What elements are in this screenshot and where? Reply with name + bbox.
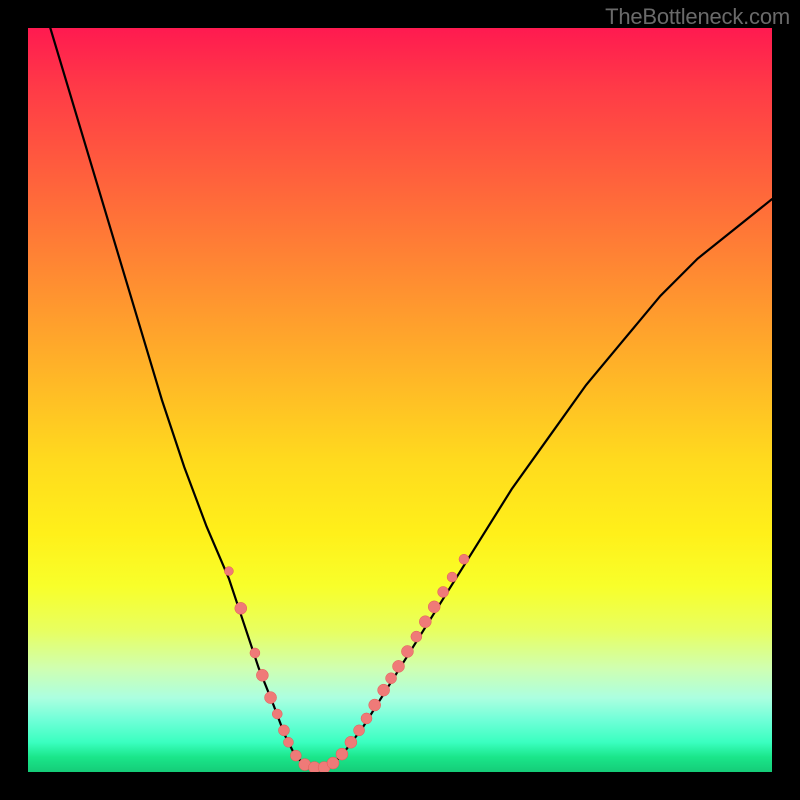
marker-right-6 xyxy=(386,673,397,684)
marker-right-14 xyxy=(459,554,469,564)
bottleneck-curve xyxy=(28,28,772,768)
marker-left-3 xyxy=(256,669,268,681)
plot-area xyxy=(28,28,772,772)
curve-overlay xyxy=(28,28,772,772)
marker-left-5 xyxy=(272,709,282,719)
marker-left-12 xyxy=(327,757,339,769)
marker-left-0 xyxy=(224,567,233,576)
marker-right-0 xyxy=(336,748,348,760)
marker-right-5 xyxy=(378,684,390,696)
chart-frame: TheBottleneck.com xyxy=(0,0,800,800)
marker-right-1 xyxy=(345,736,357,748)
marker-right-12 xyxy=(438,586,449,597)
marker-left-2 xyxy=(250,648,260,658)
marker-right-8 xyxy=(401,645,413,657)
marker-right-10 xyxy=(419,616,431,628)
marker-right-4 xyxy=(369,699,381,711)
marker-right-13 xyxy=(447,572,457,582)
marker-right-7 xyxy=(393,660,405,672)
marker-left-6 xyxy=(278,725,289,736)
marker-left-7 xyxy=(283,737,293,747)
marker-left-8 xyxy=(290,750,301,761)
marker-left-4 xyxy=(265,692,277,704)
marker-right-2 xyxy=(354,725,365,736)
marker-right-9 xyxy=(411,631,422,642)
watermark-text: TheBottleneck.com xyxy=(605,4,790,30)
marker-right-3 xyxy=(361,713,372,724)
marker-left-1 xyxy=(235,602,247,614)
marker-right-11 xyxy=(428,601,440,613)
